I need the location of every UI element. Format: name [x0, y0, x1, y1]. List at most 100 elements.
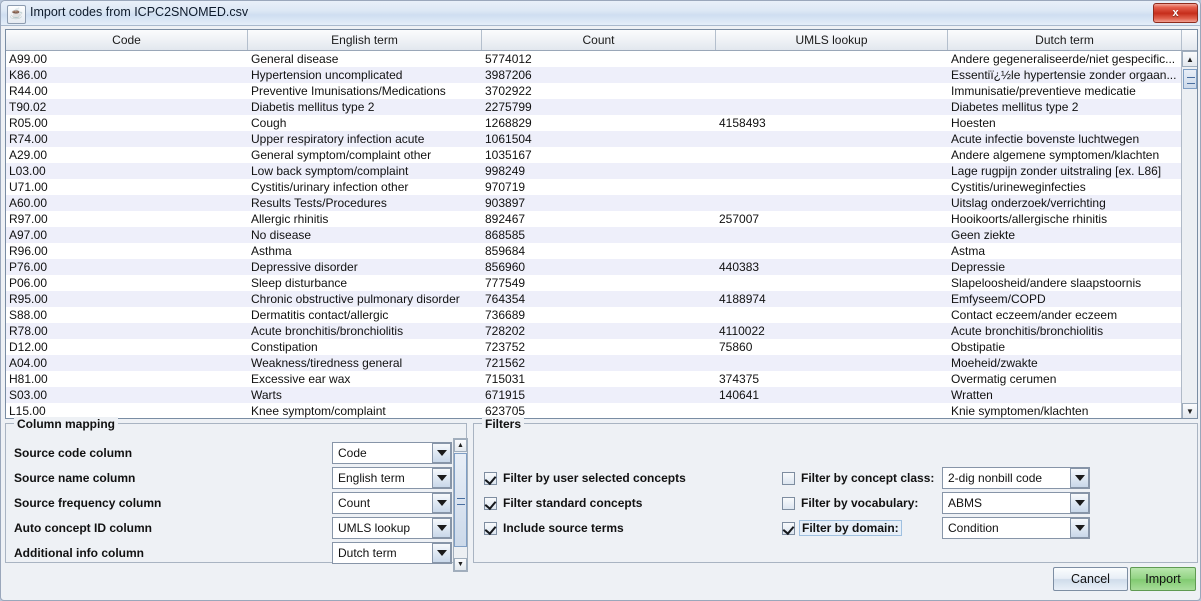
cell-count: 764354 — [482, 291, 716, 307]
chevron-down-icon[interactable] — [1070, 468, 1089, 488]
cell-dutch: Andere algemene symptomen/klachten — [948, 147, 1182, 163]
table-row[interactable]: H81.00Excessive ear wax715031374375Overm… — [6, 371, 1182, 387]
mapping-label: Auto concept ID column — [14, 521, 324, 535]
checkbox[interactable] — [782, 522, 795, 535]
checkbox[interactable] — [782, 472, 795, 485]
checkbox[interactable] — [782, 497, 795, 510]
chevron-down-icon[interactable] — [1070, 493, 1089, 513]
filter-checkbox-row[interactable]: Filter by concept class: — [782, 469, 934, 487]
cancel-button[interactable]: Cancel — [1053, 567, 1128, 591]
cell-english: General symptom/complaint other — [248, 147, 482, 163]
table-row[interactable]: A97.00No disease868585Geen ziekte — [6, 227, 1182, 243]
table-row[interactable]: R05.00Cough12688294158493Hoesten — [6, 115, 1182, 131]
cell-count: 1061504 — [482, 131, 716, 147]
cell-english: No disease — [248, 227, 482, 243]
cell-umls — [716, 243, 948, 259]
table-row[interactable]: L03.00Low back symptom/complaint998249La… — [6, 163, 1182, 179]
mapping-dropdown[interactable]: English term — [332, 467, 452, 489]
chevron-down-icon[interactable] — [432, 493, 451, 513]
cell-code: R96.00 — [6, 243, 248, 259]
cell-umls: 257007 — [716, 211, 948, 227]
mapping-dropdown-value: Dutch term — [333, 546, 432, 560]
column-mapping-panel: Column mapping Source code columnSource … — [5, 423, 467, 563]
chevron-down-icon[interactable] — [432, 543, 451, 563]
scroll-down-arrow-icon[interactable]: ▼ — [1182, 403, 1198, 419]
column-header-english[interactable]: English term — [248, 30, 482, 50]
column-header-code[interactable]: Code — [6, 30, 248, 50]
cell-count: 5774012 — [482, 51, 716, 67]
cell-umls — [716, 83, 948, 99]
cell-dutch: Cystitis/urineweginfecties — [948, 179, 1182, 195]
table-row[interactable]: T90.02Diabetis mellitus type 22275799Dia… — [6, 99, 1182, 115]
column-mapping-scrollbar[interactable]: ▲ ▼ — [453, 438, 468, 572]
mapping-dropdown[interactable]: Count — [332, 492, 452, 514]
table-vertical-scrollbar[interactable]: ▲ ▼ — [1181, 51, 1197, 419]
filter-dropdown[interactable]: 2-dig nonbill code — [942, 467, 1090, 489]
table-row[interactable]: A60.00Results Tests/Procedures903897Uits… — [6, 195, 1182, 211]
cell-umls — [716, 195, 948, 211]
chevron-down-icon[interactable] — [432, 518, 451, 538]
filter-checkbox-row[interactable]: Filter by domain: — [782, 519, 902, 537]
mapping-row: Source name column — [14, 467, 324, 489]
checkbox[interactable] — [484, 472, 497, 485]
mapping-dropdown-value: Code — [333, 446, 432, 460]
cell-dutch: Lage rugpijn zonder uitstraling [ex. L86… — [948, 163, 1182, 179]
cell-umls — [716, 51, 948, 67]
table-row[interactable]: R74.00Upper respiratory infection acute1… — [6, 131, 1182, 147]
table-row[interactable]: R78.00Acute bronchitis/bronchiolitis7282… — [6, 323, 1182, 339]
filter-checkbox-row[interactable]: Include source terms — [484, 519, 624, 537]
cell-dutch: Moeheid/zwakte — [948, 355, 1182, 371]
scroll-up-arrow-icon[interactable]: ▲ — [1182, 51, 1198, 67]
chevron-down-icon[interactable] — [432, 443, 451, 463]
table-row[interactable]: S03.00Warts671915140641Wratten — [6, 387, 1182, 403]
filter-checkbox-row[interactable]: Filter by user selected concepts — [484, 469, 686, 487]
checkbox[interactable] — [484, 522, 497, 535]
table-row[interactable]: R95.00Chronic obstructive pulmonary diso… — [6, 291, 1182, 307]
mapping-scroll-down-arrow-icon[interactable]: ▼ — [454, 558, 467, 571]
chevron-down-icon[interactable] — [1070, 518, 1089, 538]
import-dialog-window: ☕ Import codes from ICPC2SNOMED.csv x Co… — [0, 0, 1201, 601]
table-row[interactable]: A04.00Weakness/tiredness general721562Mo… — [6, 355, 1182, 371]
scrollbar-thumb[interactable] — [1183, 69, 1197, 89]
table-header-row: Code English term Count UMLS lookup Dutc… — [6, 30, 1197, 51]
table-row[interactable]: U71.00Cystitis/urinary infection other97… — [6, 179, 1182, 195]
table-row[interactable]: A99.00General disease5774012Andere gegen… — [6, 51, 1182, 67]
filter-dropdown[interactable]: ABMS — [942, 492, 1090, 514]
table-row[interactable]: L15.00Knee symptom/complaint623705Knie s… — [6, 403, 1182, 419]
cell-english: Allergic rhinitis — [248, 211, 482, 227]
table-row[interactable]: K86.00Hypertension uncomplicated3987206E… — [6, 67, 1182, 83]
cell-count: 1268829 — [482, 115, 716, 131]
filter-checkbox-row[interactable]: Filter standard concepts — [484, 494, 642, 512]
table-row[interactable]: D12.00Constipation72375275860Obstipatie — [6, 339, 1182, 355]
mapping-dropdown[interactable]: UMLS lookup — [332, 517, 452, 539]
filters-legend: Filters — [482, 417, 524, 431]
mapping-dropdown[interactable]: Dutch term — [332, 542, 452, 564]
checkbox[interactable] — [484, 497, 497, 510]
table-row[interactable]: S88.00Dermatitis contact/allergic736689C… — [6, 307, 1182, 323]
close-icon[interactable]: x — [1153, 3, 1198, 23]
table-row[interactable]: R97.00Allergic rhinitis892467257007Hooik… — [6, 211, 1182, 227]
table-row[interactable]: A29.00General symptom/complaint other103… — [6, 147, 1182, 163]
mapping-row: Source code column — [14, 442, 324, 464]
mapping-label: Additional info column — [14, 546, 324, 560]
mapping-scroll-up-arrow-icon[interactable]: ▲ — [454, 439, 467, 452]
filter-dropdown[interactable]: Condition — [942, 517, 1090, 539]
cell-count: 970719 — [482, 179, 716, 195]
chevron-down-icon[interactable] — [432, 468, 451, 488]
mapping-dropdown[interactable]: Code — [332, 442, 452, 464]
table-row[interactable]: P06.00Sleep disturbance777549Slapelooshe… — [6, 275, 1182, 291]
import-button[interactable]: Import — [1130, 567, 1196, 591]
mapping-scrollbar-thumb[interactable] — [454, 453, 467, 547]
filter-checkbox-row[interactable]: Filter by vocabulary: — [782, 494, 918, 512]
cell-count: 728202 — [482, 323, 716, 339]
column-header-count[interactable]: Count — [482, 30, 716, 50]
cell-umls — [716, 355, 948, 371]
column-header-dutch[interactable]: Dutch term — [948, 30, 1182, 50]
cell-umls: 4188974 — [716, 291, 948, 307]
table-row[interactable]: R44.00Preventive Imunisations/Medication… — [6, 83, 1182, 99]
table-row[interactable]: R96.00Asthma859684Astma — [6, 243, 1182, 259]
cell-count: 1035167 — [482, 147, 716, 163]
table-row[interactable]: P76.00Depressive disorder856960440383Dep… — [6, 259, 1182, 275]
cell-count: 671915 — [482, 387, 716, 403]
column-header-umls[interactable]: UMLS lookup — [716, 30, 948, 50]
